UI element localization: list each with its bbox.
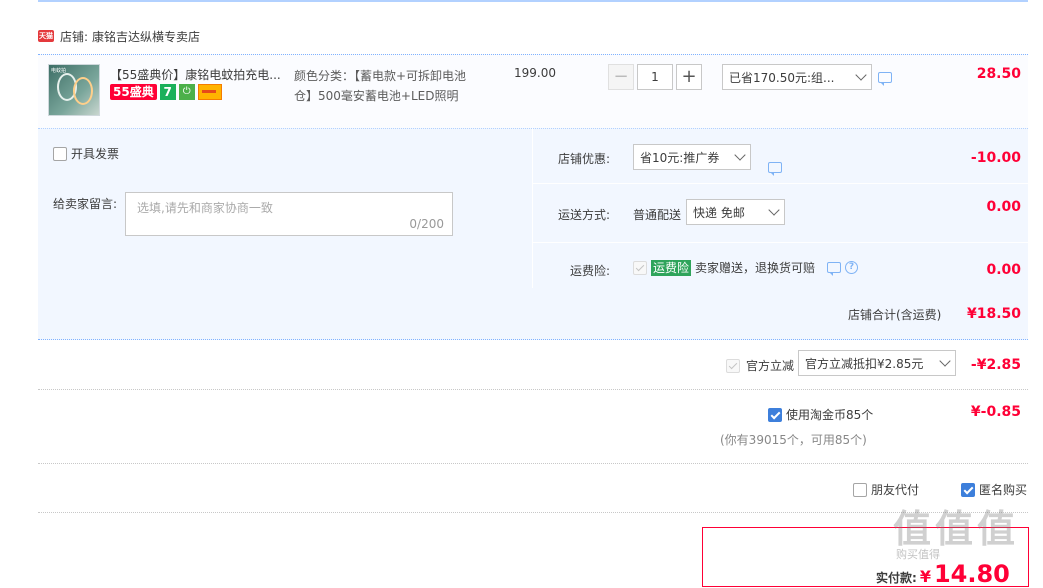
badge-55-festival: 55盛典 (110, 84, 157, 100)
official-discount-option: 官方立减 (726, 357, 794, 374)
badge-7day-return-icon: 7 (159, 84, 176, 100)
racket-icon (73, 77, 93, 105)
chevron-down-icon (734, 149, 746, 161)
chevron-down-icon (855, 69, 867, 81)
insurance-amount: 0.00 (986, 262, 1021, 278)
chevron-down-icon (768, 204, 780, 216)
table-header-line (38, 0, 1028, 2)
invoice-checkbox[interactable] (53, 146, 67, 161)
minus-button[interactable]: − (608, 64, 634, 90)
shipping-method: 普通配送 (633, 208, 682, 222)
memo-textarea[interactable]: 选填,请先和商家协商一致 0/200 (125, 192, 453, 236)
product-thumbnail[interactable]: 电蚊拍 (48, 64, 100, 116)
shop-total-amount: ¥18.50 (966, 306, 1021, 322)
chevron-down-icon (939, 355, 951, 367)
coins-note: (你有39015个，可用85个) (720, 433, 867, 447)
chat-icon[interactable] (878, 72, 892, 86)
shop-coupon-value: 省10元:推广券 (640, 150, 720, 165)
shipping-amount: 0.00 (986, 199, 1021, 215)
payment-currency: ¥ (919, 567, 931, 586)
shop-coupon-amount: -10.00 (970, 150, 1021, 166)
insurance-desc: 卖家赠送，退换货可赔 (695, 261, 816, 275)
help-icon[interactable]: ? (845, 261, 859, 274)
credit-card-icon (197, 84, 222, 100)
store-name-link[interactable]: 康铭吉达纵横专卖店 (92, 28, 200, 45)
insurance-tag: 运费险 (651, 259, 692, 276)
plus-button[interactable]: + (676, 64, 702, 90)
official-discount-label: 官方立减 (746, 359, 795, 373)
row-divider (38, 389, 1028, 390)
row-divider (38, 512, 1028, 513)
coins-checkbox[interactable] (768, 407, 782, 422)
official-discount-checkbox (726, 358, 740, 373)
anonymous-label: 匿名购买 (979, 483, 1028, 497)
payment-label: 实付款: (876, 571, 917, 585)
anonymous-checkbox[interactable] (961, 482, 975, 497)
friend-pay-option[interactable]: 朋友代付 (853, 481, 919, 498)
product-title-link[interactable]: 【55盛典价】康铭电蚊拍充电... (110, 66, 282, 83)
store-label: 店铺: (60, 29, 89, 44)
invoice-label: 开具发票 (71, 147, 120, 161)
row-divider (533, 183, 1028, 184)
coins-label: 使用淘金币85个 (786, 408, 874, 422)
chat-icon[interactable] (768, 162, 782, 176)
insurance-option: 运费险 卖家赠送，退换货可赔 ? (633, 259, 859, 276)
official-discount-value: 官方立减抵扣¥2.85元 (805, 356, 924, 371)
memo-placeholder: 选填,请先和商家协商一致 (137, 201, 273, 215)
plug-icon: ⏻ (178, 84, 195, 100)
sku-info: 颜色分类：【蓄电款+可拆卸电池 仓】500毫安蓄电池+LED照明 (294, 66, 479, 106)
coins-amount: ¥-0.85 (970, 404, 1021, 420)
shop-coupon-select[interactable]: 省10元:推广券 (633, 144, 751, 170)
official-discount-amount: -¥2.85 (970, 357, 1021, 373)
quantity-input[interactable]: 1 (637, 64, 673, 90)
item-subtotal: 28.50 (976, 66, 1021, 82)
panel-divider (532, 128, 533, 288)
memo-label: 给卖家留言: (53, 197, 118, 211)
shipping-label: 运送方式: (558, 208, 611, 222)
tmall-badge-icon: 天猫 (38, 30, 54, 42)
quantity-stepper: − 1 + (608, 64, 702, 90)
insurance-checkbox (633, 260, 647, 275)
row-divider (533, 242, 1028, 243)
insurance-label: 运费险: (570, 264, 611, 278)
official-discount-select[interactable]: 官方立减抵扣¥2.85元 (798, 350, 956, 376)
invoice-option[interactable]: 开具发票 (53, 145, 119, 162)
shop-total-label: 店铺合计(含运费) (848, 308, 942, 322)
friend-pay-checkbox[interactable] (853, 482, 867, 497)
watermark-logo: 值值值 (893, 507, 1020, 551)
sku-line-1: 颜色分类：【蓄电款+可拆卸电池 (294, 69, 467, 83)
unit-price: 199.00 (514, 66, 556, 80)
friend-pay-label: 朋友代付 (871, 483, 920, 497)
shipping-select[interactable]: 快递 免邮 (686, 199, 785, 225)
store-row: 天猫 店铺: 康铭吉达纵横专卖店 (38, 26, 200, 46)
anonymous-option[interactable]: 匿名购买 (961, 481, 1027, 498)
item-discount-value: 已省170.50元:组... (729, 70, 835, 85)
shipping-select-value: 快递 免邮 (693, 205, 745, 220)
item-discount-select[interactable]: 已省170.50元:组... (722, 64, 872, 90)
chat-icon[interactable] (827, 262, 842, 276)
payment-amount: 14.80 (933, 560, 1010, 588)
row-divider (38, 463, 1028, 464)
watermark-subtext: 购买值得 (896, 548, 940, 561)
product-badges: 55盛典 7 ⏻ (110, 84, 222, 100)
sku-line-2: 仓】500毫安蓄电池+LED照明 (294, 89, 459, 103)
payment-total: 实付款: ¥ 14.80 (876, 560, 1010, 588)
memo-counter: 0/200 (409, 217, 444, 231)
coins-option[interactable]: 使用淘金币85个 (768, 406, 873, 423)
shop-coupon-label: 店铺优惠: (558, 152, 611, 166)
